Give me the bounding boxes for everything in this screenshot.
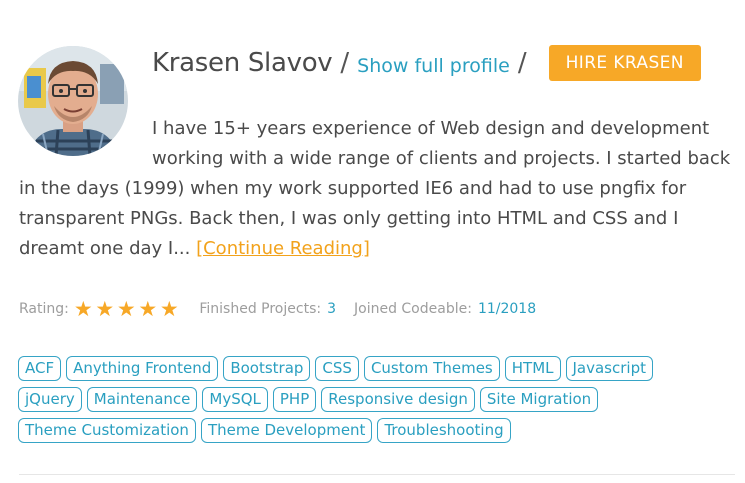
divider	[19, 474, 735, 475]
star-icon: ★	[116, 297, 136, 321]
hire-button[interactable]: HIRE KRASEN	[548, 45, 701, 81]
bio-text: I have 15+ years experience of Web desig…	[19, 114, 743, 264]
show-profile-link[interactable]: Show full profile	[357, 55, 510, 77]
star-icon: ★	[95, 297, 115, 321]
skill-tag[interactable]: HTML	[504, 356, 561, 381]
separator: /	[340, 48, 350, 78]
skill-tag[interactable]: Anything Frontend	[66, 356, 219, 381]
projects-label: Finished Projects:	[199, 301, 322, 317]
skill-tag[interactable]: Theme Development	[200, 418, 373, 443]
projects-value: 3	[327, 301, 336, 317]
skill-tag[interactable]: Responsive design	[321, 387, 475, 412]
skill-tag[interactable]: CSS	[315, 356, 359, 381]
star-icon: ★	[73, 297, 93, 321]
skill-tag[interactable]: Javascript	[565, 356, 653, 381]
skill-tags: ACF Anything Frontend Bootstrap CSS Custom T…	[18, 356, 718, 443]
skill-tag[interactable]: Site Migration	[479, 387, 599, 412]
profile-header: Krasen Slavov / Show full profile / HIRE…	[152, 44, 701, 82]
separator: /	[517, 48, 527, 78]
skill-tag[interactable]: Troubleshooting	[377, 418, 511, 443]
skill-tag[interactable]: ACF	[18, 356, 62, 381]
rating-stars: ★ ★ ★ ★ ★	[73, 297, 182, 321]
skill-tag[interactable]: Custom Themes	[363, 356, 500, 381]
star-icon: ★	[138, 297, 158, 321]
skill-tag[interactable]: Bootstrap	[223, 356, 311, 381]
skill-tag[interactable]: PHP	[272, 387, 317, 412]
joined-label: Joined Codeable:	[354, 301, 472, 317]
continue-reading-link[interactable]: [Continue Reading]	[196, 238, 370, 259]
rating-label: Rating:	[19, 301, 69, 317]
joined-value: 11/2018	[477, 301, 537, 317]
skill-tag[interactable]: jQuery	[18, 387, 82, 412]
skill-tag[interactable]: Theme Customization	[18, 418, 196, 443]
skill-tag[interactable]: Maintenance	[86, 387, 198, 412]
skill-tag[interactable]: MySQL	[202, 387, 268, 412]
freelancer-name: Krasen Slavov	[152, 48, 333, 78]
stats-row: Rating: ★ ★ ★ ★ ★ Finished Projects: 3 Joine…	[19, 297, 536, 321]
star-icon: ★	[159, 297, 179, 321]
